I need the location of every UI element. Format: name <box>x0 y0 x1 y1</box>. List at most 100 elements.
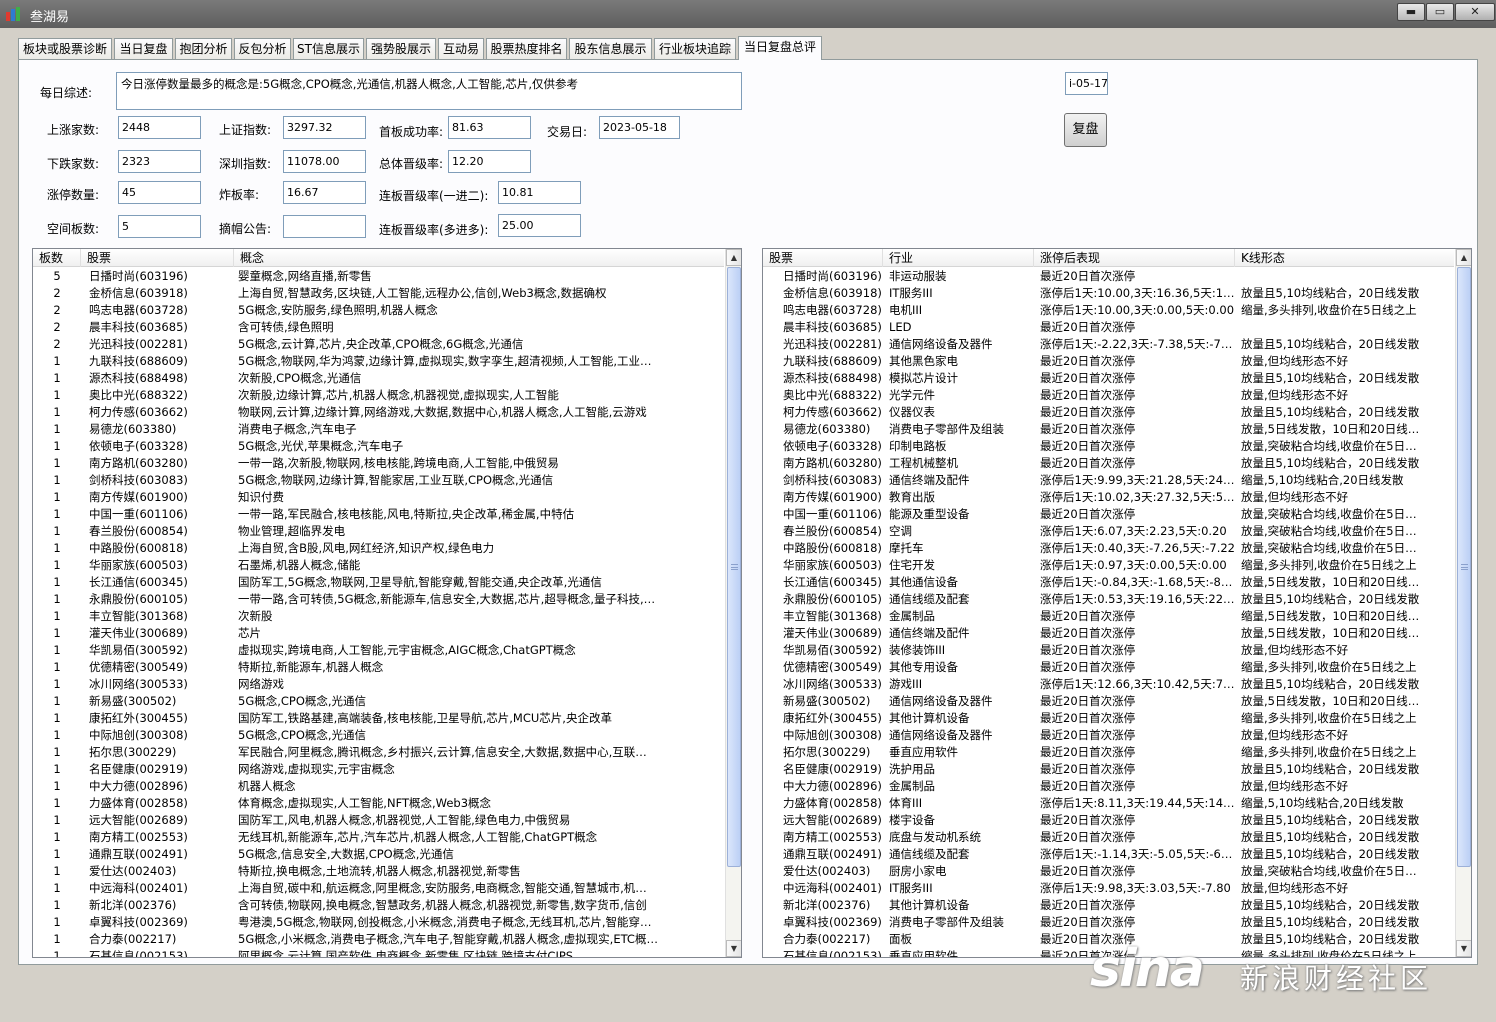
table-row[interactable]: 1 优德精密(300549) 特斯拉,新能源车,机器人概念 <box>33 659 724 676</box>
table-row[interactable]: 爱仕达(002403) 厨房小家电 最近20日首次涨停 放量,突破粘合均线,收盘价在5… <box>763 863 1454 880</box>
table-row[interactable]: 1 柯力传感(603662) 物联网,云计算,边缘计算,网络游戏,大数据,数据中心,… <box>33 404 724 421</box>
table-row[interactable]: 九联科技(688609) 其他黑色家电 最近20日首次涨停 放量,但均线形态不好 <box>763 353 1454 370</box>
table-row[interactable]: 1 爱仕达(002403) 特斯拉,换电概念,土地流转,机器人概念,机器视觉,新零售 <box>33 863 724 880</box>
table-row[interactable]: 远大智能(002689) 楼宇设备 最近20日首次涨停 放量且5,10均线粘合，20日… <box>763 812 1454 829</box>
table-row[interactable]: 易德龙(603380) 消费电子零部件及组装 最近20日首次涨停 放量,5日线发散，1… <box>763 421 1454 438</box>
table-row[interactable]: 1 力盛体育(002858) 体育概念,虚拟现实,人工智能,NFT概念,Web3概念 <box>33 795 724 812</box>
table-row[interactable]: 5 日播时尚(603196) 婴童概念,网络直播,新零售 <box>33 268 724 285</box>
first-board-rate-field[interactable]: 81.63 <box>448 116 531 139</box>
limit-up-concept-table[interactable]: 板数 股票 概念 5 日播时尚(603196) 婴童概念,网络直播,新零售 2 金桥信息… <box>32 248 742 958</box>
table-row[interactable]: 1 中际旭创(300308) 5G概念,CPO概念,光通信 <box>33 727 724 744</box>
table-row[interactable]: 2 鸣志电器(603728) 5G概念,安防服务,绿色照明,机器人概念 <box>33 302 724 319</box>
table-row[interactable]: 柯力传感(603662) 仪器仪表 最近20日首次涨停 放量且5,10均线粘合，20日… <box>763 404 1454 421</box>
up-count-field[interactable]: 2448 <box>118 116 201 139</box>
table-row[interactable]: 1 卓翼科技(002369) 粤港澳,5G概念,物联网,创投概念,小米概念,消费电子… <box>33 914 724 931</box>
table-row[interactable]: 1 新北洋(002376) 含可转债,物联网,换电概念,智慧政务,机器人概念,机器视… <box>33 897 724 914</box>
tab-interactive[interactable]: 互动易 <box>438 38 484 59</box>
table-row[interactable]: 1 合力泰(002217) 5G概念,小米概念,消费电子概念,汽车电子,智能穿戴,机… <box>33 931 724 948</box>
sh-index-field[interactable]: 3297.32 <box>283 116 366 139</box>
scroll-down-icon[interactable]: ▼ <box>726 940 741 957</box>
table-row[interactable]: 新易盛(300502) 通信网络设备及器件 最近20日首次涨停 放量,5日线发散，10… <box>763 693 1454 710</box>
promo-rate-multi-field[interactable]: 25.00 <box>498 214 581 237</box>
tab-strong-stocks[interactable]: 强势股展示 <box>366 38 436 59</box>
limit-up-performance-table[interactable]: 股票 行业 涨停后表现 K线形态 日播时尚(603196) 非运动服装 最近20日首… <box>762 248 1472 958</box>
table-row[interactable]: 1 拓尔思(300229) 军民融合,阿里概念,腾讯概念,乡村振兴,云计算,信息安全… <box>33 744 724 761</box>
table-row[interactable]: 名臣健康(002919) 洗护用品 最近20日首次涨停 放量且5,10均线粘合，20日… <box>763 761 1454 778</box>
table-row[interactable]: 康拓红外(300455) 其他计算机设备 最近20日首次涨停 缩量,多头排列,收盘价在… <box>763 710 1454 727</box>
table-row[interactable]: 1 新易盛(300502) 5G概念,CPO概念,光通信 <box>33 693 724 710</box>
table-row[interactable]: 1 奥比中光(688322) 次新股,边缘计算,芯片,机器人概念,机器视觉,虚拟现实… <box>33 387 724 404</box>
table-row[interactable]: 长江通信(600345) 其他通信设备 涨停后1天:-0.84,3天:-1.68,5… <box>763 574 1454 591</box>
table-row[interactable]: 1 春兰股份(600854) 物业管理,超临界发电 <box>33 523 724 540</box>
promo-rate-1to2-field[interactable]: 10.81 <box>498 181 581 204</box>
table-row[interactable]: 通鼎互联(002491) 通信线缆及配套 涨停后1天:-1.14,3天:-5.05,… <box>763 846 1454 863</box>
table-row[interactable]: 剑桥科技(603083) 通信终端及配件 涨停后1天:9.99,3天:21.28,5… <box>763 472 1454 489</box>
space-board-field[interactable]: 5 <box>118 215 201 238</box>
table-row[interactable]: 1 冰川网络(300533) 网络游戏 <box>33 676 724 693</box>
scroll-up-icon[interactable]: ▲ <box>726 249 741 266</box>
table-row[interactable]: 1 华丽家族(600503) 石墨烯,机器人概念,储能 <box>33 557 724 574</box>
table-row[interactable]: 1 南方路机(603280) 一带一路,次新股,物联网,核电核能,跨境电商,人工智能… <box>33 455 724 472</box>
table-row[interactable]: 中国一重(601106) 能源及重型设备 最近20日首次涨停 放量,突破粘合均线,收盘… <box>763 506 1454 523</box>
zhaban-rate-field[interactable]: 16.67 <box>283 181 366 204</box>
tab-daily-review[interactable]: 当日复盘 <box>114 38 173 59</box>
table-row[interactable]: 1 丰立智能(301368) 次新股 <box>33 608 724 625</box>
tab-shareholder-info[interactable]: 股东信息展示 <box>569 38 652 59</box>
table-row[interactable]: 南方路机(603280) 工程机械整机 最近20日首次涨停 放量且5,10均线粘合，2… <box>763 455 1454 472</box>
col-header-boards[interactable]: 板数 <box>33 249 81 267</box>
table-row[interactable]: 鸣志电器(603728) 电机III 涨停后1天:10.00,3天:0.00,5天:… <box>763 302 1454 319</box>
scroll-thumb[interactable] <box>1457 267 1471 867</box>
table-row[interactable]: 1 华凯易佰(300592) 虚拟现实,跨境电商,人工智能,元宇宙概念,AIGC概念… <box>33 642 724 659</box>
down-count-field[interactable]: 2323 <box>118 150 201 173</box>
prev-date-field[interactable]: i-05-17 <box>1065 72 1108 95</box>
table-row[interactable]: 光迅科技(002281) 通信网络设备及器件 涨停后1天:-2.22,3天:-7.3… <box>763 336 1454 353</box>
table-row[interactable]: 卓翼科技(002369) 消费电子零部件及组装 最近20日首次涨停 放量且5,10均线… <box>763 914 1454 931</box>
table-row[interactable]: 1 依顿电子(603328) 5G概念,光伏,苹果概念,汽车电子 <box>33 438 724 455</box>
tab-st-info[interactable]: ST信息展示 <box>293 38 364 59</box>
table-row[interactable]: 冰川网络(300533) 游戏III 涨停后1天:12.66,3天:10.42,5天… <box>763 676 1454 693</box>
table-row[interactable]: 南方传媒(601900) 教育出版 涨停后1天:10.02,3天:27.32,5天:… <box>763 489 1454 506</box>
table-row[interactable]: 华凯易佰(300592) 装修装饰III 最近20日首次涨停 放量,但均线形态不好 <box>763 642 1454 659</box>
table-row[interactable]: 2 光迅科技(002281) 5G概念,云计算,芯片,央企改革,CPO概念,6G概念… <box>33 336 724 353</box>
table-row[interactable]: 1 南方精工(002553) 无线耳机,新能源车,芯片,汽车芯片,机器人概念,人工智… <box>33 829 724 846</box>
table-row[interactable]: 力盛体育(002858) 体育III 涨停后1天:8.11,3天:19.44,5天:… <box>763 795 1454 812</box>
table-row[interactable]: 金桥信息(603918) IT服务III 涨停后1天:10.00,3天:16.36,… <box>763 285 1454 302</box>
summary-textarea[interactable]: 今日涨停数量最多的概念是:5G概念,CPO概念,光通信,机器人概念,人工智能,芯… <box>116 72 742 110</box>
col-header-industry[interactable]: 行业 <box>883 249 1034 267</box>
table-row[interactable]: 优德精密(300549) 其他专用设备 最近20日首次涨停 缩量,多头排列,收盘价在5… <box>763 659 1454 676</box>
table-row[interactable]: 1 永鼎股份(600105) 一带一路,含可转债,5G概念,新能源车,信息安全,大数… <box>33 591 724 608</box>
col-header-kline[interactable]: K线形态 <box>1235 249 1454 267</box>
table-row[interactable]: 南方精工(002553) 底盘与发动机系统 最近20日首次涨停 放量且5,10均线粘合… <box>763 829 1454 846</box>
tab-industry-tracking[interactable]: 行业板块追踪 <box>654 38 736 59</box>
table-row[interactable]: 1 中大力德(002896) 机器人概念 <box>33 778 724 795</box>
tab-heat-ranking[interactable]: 股票热度排名 <box>486 38 567 59</box>
table-row[interactable]: 1 易德龙(603380) 消费电子概念,汽车电子 <box>33 421 724 438</box>
left-scrollbar[interactable]: ▲ ▼ <box>725 249 741 957</box>
table-row[interactable]: 中大力德(002896) 金属制品 最近20日首次涨停 放量,但均线形态不好 <box>763 778 1454 795</box>
maximize-button[interactable]: ▭ <box>1426 3 1454 21</box>
table-row[interactable]: 1 康拓红外(300455) 国防军工,铁路基建,高端装备,核电核能,卫星导航,芯片… <box>33 710 724 727</box>
table-row[interactable]: 1 源杰科技(688498) 次新股,CPO概念,光通信 <box>33 370 724 387</box>
table-row[interactable]: 依顿电子(603328) 印制电路板 最近20日首次涨停 放量,突破粘合均线,收盘价在… <box>763 438 1454 455</box>
table-row[interactable]: 1 灌天伟业(300689) 芯片 <box>33 625 724 642</box>
table-row[interactable]: 晨丰科技(603685) LED 最近20日首次涨停 <box>763 319 1454 336</box>
table-row[interactable]: 2 金桥信息(603918) 上海自贸,智慧政务,区块链,人工智能,远程办公,信创,… <box>33 285 724 302</box>
close-button[interactable]: ✕ <box>1455 3 1495 21</box>
delisting-notice-field[interactable] <box>283 215 366 238</box>
table-row[interactable]: 丰立智能(301368) 金属制品 最近20日首次涨停 缩量,5日线发散，10日和20… <box>763 608 1454 625</box>
table-row[interactable]: 1 中路股份(600818) 上海自贸,含B股,风电,网红经济,知识产权,绿色电力 <box>33 540 724 557</box>
tab-group-analysis[interactable]: 抱团分析 <box>175 38 232 59</box>
table-row[interactable]: 1 长江通信(600345) 国防军工,5G概念,物联网,卫星导航,智能穿戴,智能交… <box>33 574 724 591</box>
sz-index-field[interactable]: 11078.00 <box>283 150 366 173</box>
table-row[interactable]: 1 石基信息(002153) 阿里概念,云计算,国产软件,电商概念,新零售,区块链,… <box>33 948 724 957</box>
table-row[interactable]: 1 剑桥科技(603083) 5G概念,物联网,边缘计算,智能家居,工业互联,CPO… <box>33 472 724 489</box>
table-row[interactable]: 中路股份(600818) 摩托车 涨停后1天:0.40,3天:-7.26,5天:-7… <box>763 540 1454 557</box>
table-row[interactable]: 拓尔思(300229) 垂直应用软件 最近20日首次涨停 缩量,多头排列,收盘价在5日… <box>763 744 1454 761</box>
table-row[interactable]: 日播时尚(603196) 非运动服装 最近20日首次涨停 <box>763 268 1454 285</box>
col-header-stock[interactable]: 股票 <box>763 249 883 267</box>
table-row[interactable]: 1 远大智能(002689) 国防军工,风电,机器人概念,机器视觉,人工智能,绿色电… <box>33 812 724 829</box>
review-button[interactable]: 复盘 <box>1064 113 1107 147</box>
col-header-after-limit[interactable]: 涨停后表现 <box>1034 249 1235 267</box>
tab-diagnosis[interactable]: 板块或股票诊断 <box>18 38 112 59</box>
minimize-button[interactable]: ▬ <box>1397 3 1425 21</box>
